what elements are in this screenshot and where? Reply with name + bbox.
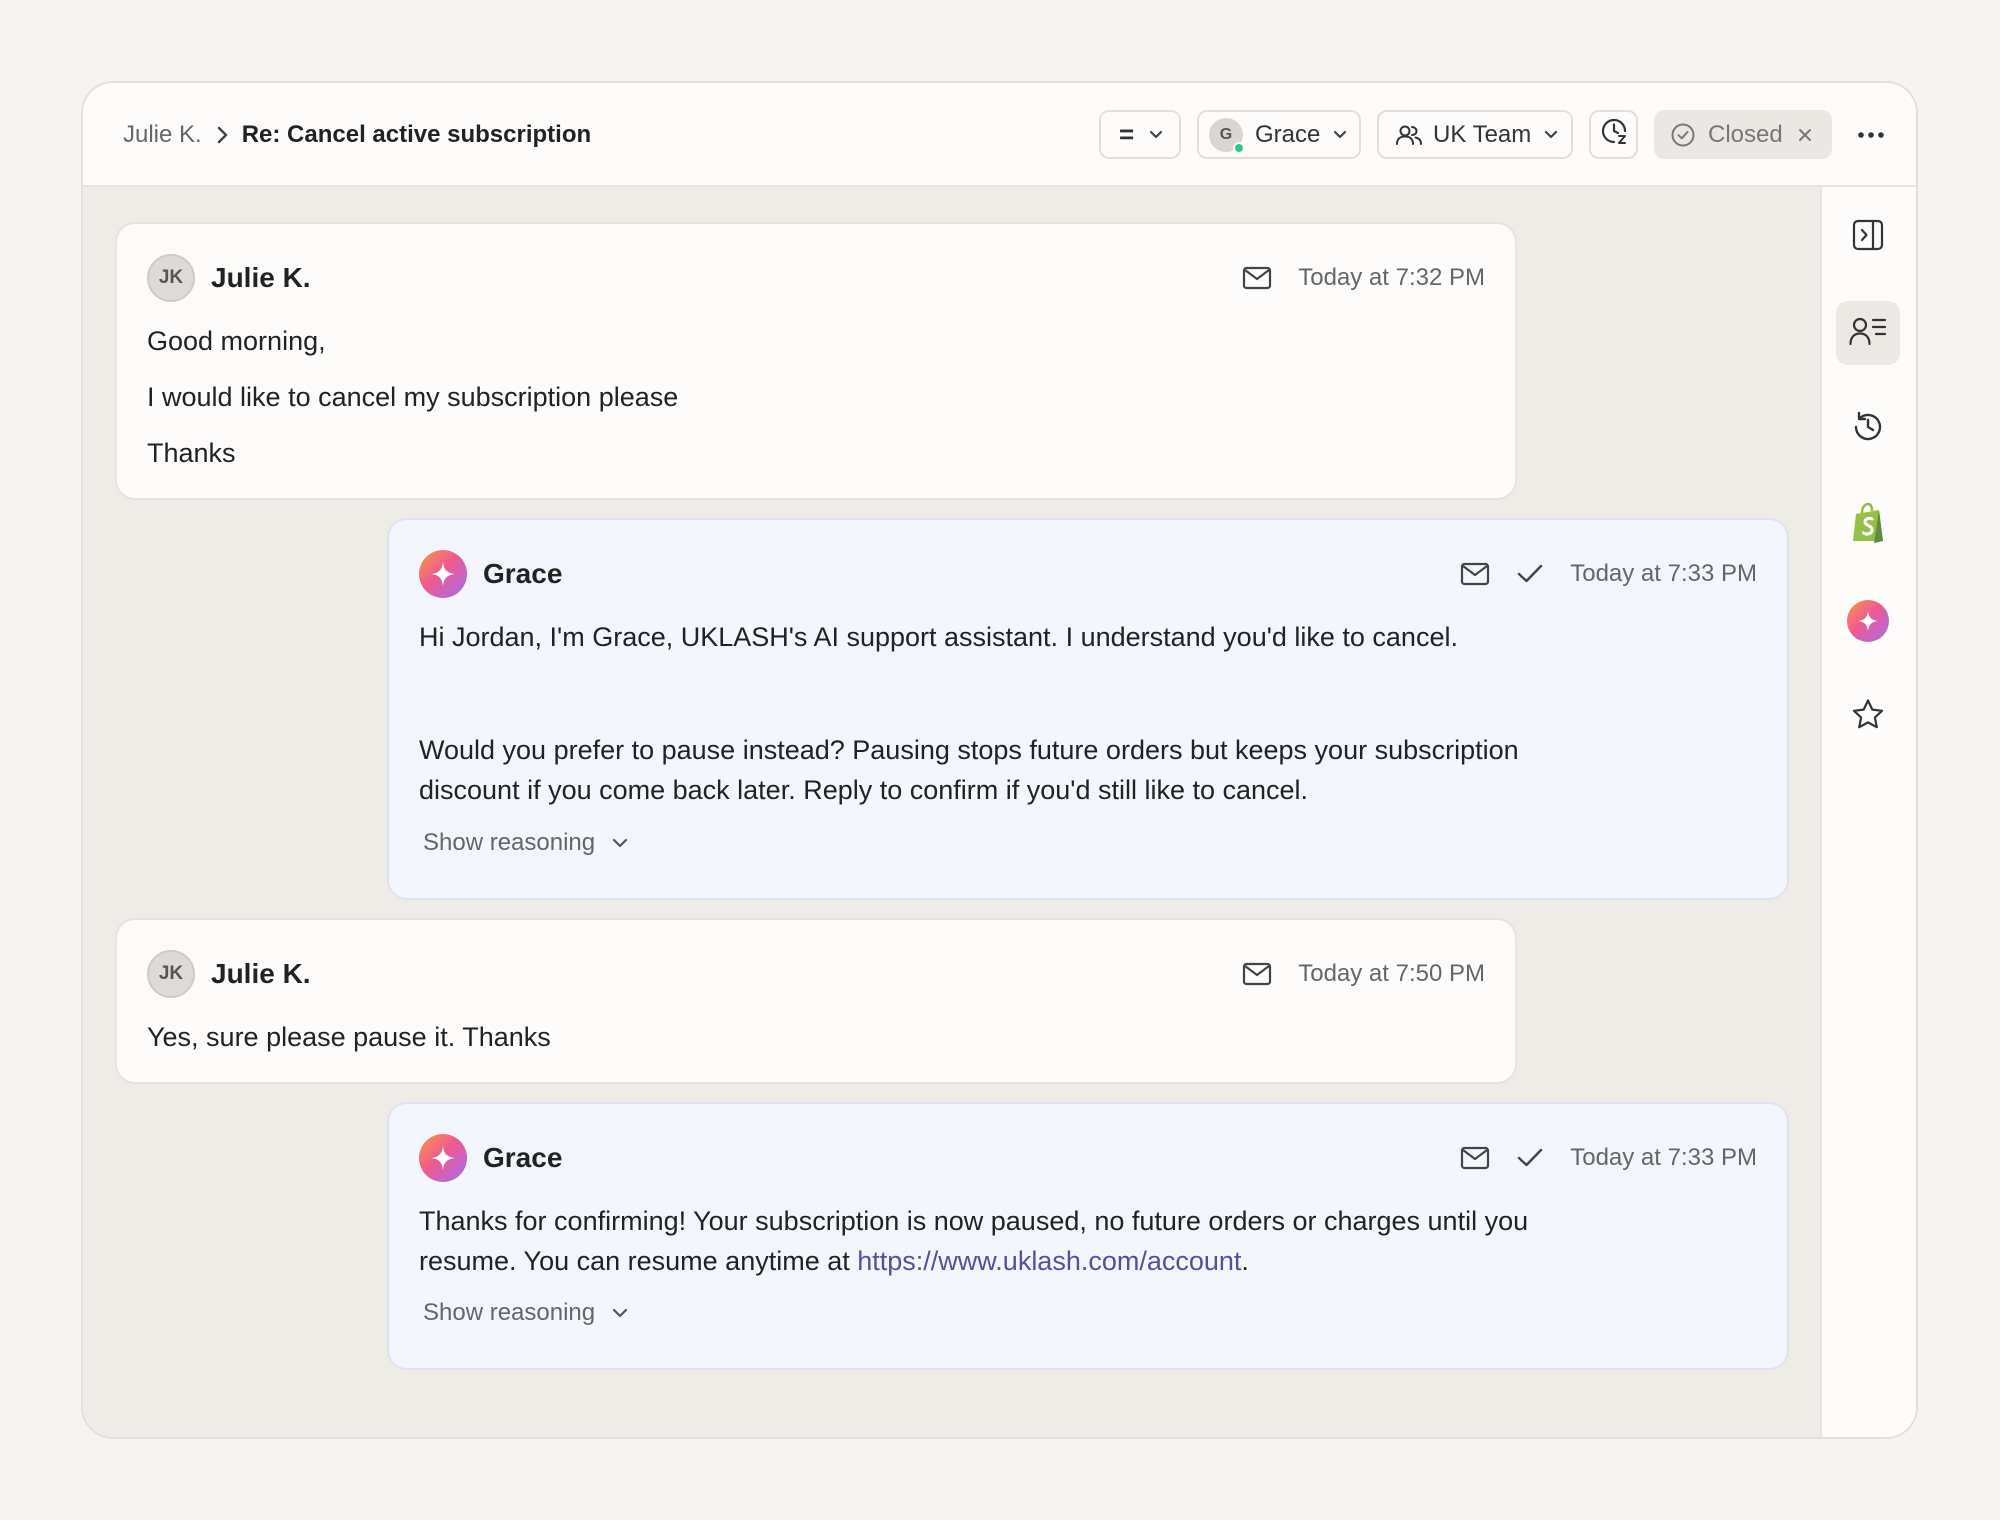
message-header: JK Julie K. Today at 7:50 PM [147,950,1485,998]
sender-name: Julie K. [211,262,311,293]
shopify-icon [1850,502,1886,549]
conversation-window: Julie K. Re: Cancel active subscription … [81,81,1918,1439]
assignee-dropdown[interactable]: G Grace [1197,110,1361,159]
chevron-down-icon [611,1307,629,1319]
expand-sidebar-button[interactable] [1836,205,1900,269]
message-text: Would you prefer to pause instead? Pausi… [419,735,1519,765]
message-timestamp: Today at 7:33 PM [1570,1144,1757,1171]
status-label: Closed [1708,120,1783,148]
ai-sparkle-icon [419,550,467,598]
chevron-right-icon [216,125,230,145]
ai-sparkle-icon [1847,600,1889,642]
conversation-title: Re: Cancel active subscription [241,121,592,148]
ai-sparkle-icon [419,1134,467,1182]
message-text: resume. You can resume anytime at https:… [419,1241,1727,1281]
snooze-clock-icon [1599,116,1629,153]
online-status-dot [1233,141,1245,154]
conversation-header: Julie K. Re: Cancel active subscription … [83,83,1916,187]
message-timestamp: Today at 7:32 PM [1298,264,1485,291]
favorite-button[interactable] [1836,685,1900,749]
assignee-initial: G [1219,125,1233,143]
mail-icon [1242,266,1272,290]
sender-name: Grace [483,558,563,589]
message-header: JK Julie K. Today at 7:32 PM [147,254,1485,302]
message-text: Yes, sure please pause it. Thanks [147,1022,551,1052]
show-reasoning-label: Show reasoning [423,829,596,856]
check-icon [1516,1147,1544,1169]
mail-icon [1242,962,1272,986]
status-closed-badge[interactable]: Closed [1654,110,1832,159]
message-timestamp: Today at 7:33 PM [1570,560,1757,587]
avatar: JK [147,950,195,998]
message-text: discount if you come back later. Reply t… [419,775,1309,805]
right-sidebar-rail [1820,187,1916,1437]
priority-dropdown[interactable]: = [1099,110,1181,159]
message-customer: JK Julie K. Today at 7:32 PM Good mornin… [115,222,1517,500]
mail-icon [1460,1146,1490,1170]
team-name: UK Team [1433,120,1532,148]
breadcrumb: Julie K. Re: Cancel active subscription [123,83,591,187]
customer-profile-button[interactable] [1836,301,1900,365]
avatar: JK [147,254,195,302]
message-meta: Today at 7:33 PM [1460,560,1757,588]
show-reasoning-label: Show reasoning [423,1299,596,1326]
assignee-avatar: G [1209,117,1245,154]
message-meta: Today at 7:50 PM [1242,960,1485,988]
account-link[interactable]: https://www.uklash.com/account [857,1246,1241,1276]
message-ai: Grace Today at 7:33 PM Hi Jordan, I'm Gr… [387,518,1789,900]
show-reasoning-button[interactable]: Show reasoning [423,1299,629,1327]
chevron-down-icon [1148,129,1164,141]
message-text: Good morning, [147,326,326,356]
chevron-down-icon [1332,129,1348,141]
check-circle-icon [1670,122,1696,148]
message-ai: Grace Today at 7:33 PM Thanks for confir… [387,1102,1789,1370]
history-icon [1850,409,1886,450]
message-meta: Today at 7:33 PM [1460,1144,1757,1172]
history-button[interactable] [1836,397,1900,461]
message-header: Grace Today at 7:33 PM [419,1134,1757,1182]
message-text: Hi Jordan, I'm Grace, UKLASH's AI suppor… [419,622,1458,652]
more-options-button[interactable] [1847,113,1895,157]
ai-assistant-button[interactable] [1836,589,1900,653]
team-dropdown[interactable]: UK Team [1377,110,1573,159]
message-text-prefix: resume. You can resume anytime at [419,1246,858,1276]
chevron-down-icon [611,837,629,849]
mail-icon [1460,562,1490,586]
message-meta: Today at 7:32 PM [1242,264,1485,292]
priority-label: = [1119,119,1135,149]
message-customer: JK Julie K. Today at 7:50 PM Yes, sure p… [115,918,1517,1084]
close-icon[interactable] [1797,127,1813,143]
message-text: Thanks [147,438,236,468]
message-text: I would like to cancel my subscription p… [147,382,679,412]
star-icon [1850,697,1886,738]
customer-profile-icon [1849,314,1887,353]
message-header: Grace Today at 7:33 PM [419,550,1757,598]
team-icon [1395,123,1423,147]
check-icon [1516,563,1544,585]
message-text: Thanks for confirming! Your subscription… [419,1206,1529,1236]
assignee-name: Grace [1255,120,1321,148]
shopify-button[interactable] [1836,493,1900,557]
chevron-down-icon [1543,129,1559,141]
show-reasoning-button[interactable]: Show reasoning [423,829,629,857]
sender-name: Grace [483,1142,563,1173]
message-timestamp: Today at 7:50 PM [1298,960,1485,987]
sidebar-expand-icon [1851,218,1885,257]
ellipsis-icon [1857,126,1885,144]
sender-name: Julie K. [211,958,311,989]
breadcrumb-customer-link[interactable]: Julie K. [123,121,202,149]
message-text-suffix: . [1241,1246,1249,1276]
snooze-button[interactable] [1589,110,1638,159]
